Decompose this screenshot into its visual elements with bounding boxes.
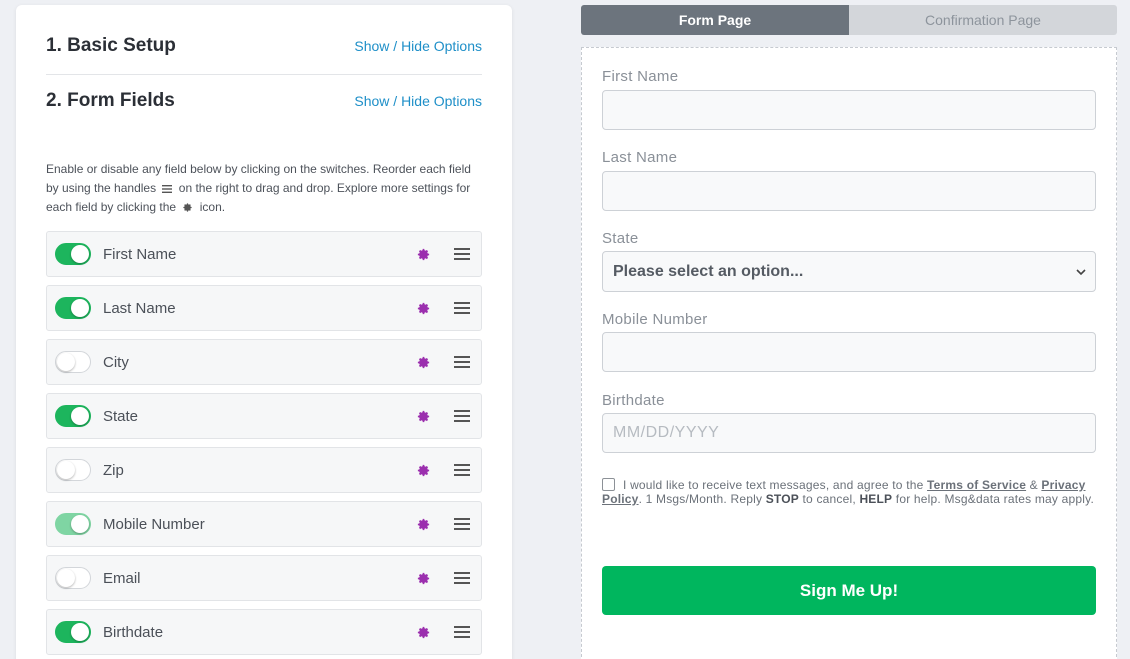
field-row: City	[46, 339, 482, 385]
drag-handle-icon[interactable]	[454, 409, 470, 423]
section-title: 2. Form Fields	[46, 90, 175, 111]
toggle-knob	[71, 407, 89, 425]
show-hide-options-link[interactable]: Show / Hide Options	[354, 93, 482, 109]
toggle-knob	[57, 353, 75, 371]
last-name-label: Last Name	[602, 149, 678, 166]
show-hide-options-link[interactable]: Show / Hide Options	[354, 38, 482, 54]
consent-text: &	[1029, 478, 1038, 492]
toggle-knob	[71, 299, 89, 317]
gear-icon[interactable]	[416, 463, 431, 478]
instructions-text: icon.	[199, 200, 226, 214]
sms-consent: I would like to receive text messages, a…	[602, 478, 1098, 506]
field-label: Zip	[103, 461, 124, 479]
consent-text: . 1 Msgs/Month. Reply	[638, 492, 763, 506]
gear-icon[interactable]	[416, 247, 431, 262]
field-toggle[interactable]	[55, 567, 91, 589]
page-tabs: Form Page Confirmation Page	[581, 5, 1117, 35]
mobile-number-input[interactable]	[602, 332, 1096, 372]
state-select[interactable]: Please select an option...	[602, 251, 1096, 292]
drag-handle-icon[interactable]	[454, 463, 470, 477]
toggle-knob	[57, 461, 75, 479]
consent-text: I would like to receive text messages, a…	[623, 478, 924, 492]
sign-me-up-button[interactable]: Sign Me Up!	[602, 566, 1096, 615]
field-label: First Name	[103, 245, 177, 263]
gear-icon[interactable]	[416, 517, 431, 532]
field-list: First Name Last Name City State Zip Mobile Nu…	[46, 231, 482, 659]
gear-icon[interactable]	[416, 301, 431, 316]
field-label: Mobile Number	[103, 515, 205, 533]
gear-icon[interactable]	[416, 625, 431, 640]
tab-form-page[interactable]: Form Page	[581, 5, 849, 35]
toggle-knob	[57, 569, 75, 587]
drag-handle-icon[interactable]	[454, 625, 470, 639]
divider	[46, 74, 482, 75]
field-toggle[interactable]	[55, 513, 91, 535]
field-toggle[interactable]	[55, 405, 91, 427]
field-row: Email	[46, 555, 482, 601]
gear-icon	[183, 203, 193, 212]
toggle-knob	[71, 245, 89, 263]
birthdate-input[interactable]	[602, 413, 1096, 453]
first-name-input[interactable]	[602, 90, 1096, 130]
field-row: First Name	[46, 231, 482, 277]
field-toggle[interactable]	[55, 243, 91, 265]
gear-icon[interactable]	[416, 355, 431, 370]
drag-handle-icon[interactable]	[454, 571, 470, 585]
drag-handle-icon	[162, 184, 173, 193]
field-row: State	[46, 393, 482, 439]
field-row: Zip	[46, 447, 482, 493]
consent-text: for help. Msg&data rates may apply.	[895, 492, 1094, 506]
drag-handle-icon[interactable]	[454, 247, 470, 261]
field-row: Last Name	[46, 285, 482, 331]
drag-handle-icon[interactable]	[454, 301, 470, 315]
chevron-down-icon	[1076, 269, 1086, 276]
form-preview: First Name Last Name State Please select…	[581, 47, 1117, 659]
field-toggle[interactable]	[55, 351, 91, 373]
birthdate-label: Birthdate	[602, 392, 665, 409]
field-toggle[interactable]	[55, 459, 91, 481]
section-form-fields: 2. Form Fields Show / Hide Options	[46, 90, 482, 112]
consent-checkbox[interactable]	[602, 478, 615, 491]
state-select-value: Please select an option...	[613, 262, 804, 280]
field-toggle[interactable]	[55, 621, 91, 643]
drag-handle-icon[interactable]	[454, 355, 470, 369]
help-keyword: HELP	[859, 492, 893, 506]
field-label: Last Name	[103, 299, 176, 317]
field-toggle[interactable]	[55, 297, 91, 319]
field-label: City	[103, 353, 129, 371]
consent-text: to cancel,	[802, 492, 856, 506]
field-row: Mobile Number	[46, 501, 482, 547]
field-instructions: Enable or disable any field below by cli…	[46, 160, 482, 217]
field-label: Email	[103, 569, 141, 587]
mobile-number-label: Mobile Number	[602, 311, 708, 328]
toggle-knob	[71, 623, 89, 641]
field-row: Birthdate	[46, 609, 482, 655]
gear-icon[interactable]	[416, 409, 431, 424]
field-label: State	[103, 407, 139, 425]
section-basic-setup: 1. Basic Setup Show / Hide Options	[46, 35, 482, 57]
drag-handle-icon[interactable]	[454, 517, 470, 531]
first-name-label: First Name	[602, 68, 679, 85]
toggle-knob	[71, 515, 89, 533]
terms-of-service-link[interactable]: Terms of Service	[927, 478, 1026, 492]
gear-icon[interactable]	[416, 571, 431, 586]
section-title: 1. Basic Setup	[46, 35, 176, 56]
tab-confirmation-page[interactable]: Confirmation Page	[849, 5, 1117, 35]
state-label: State	[602, 230, 639, 247]
field-label: Birthdate	[103, 623, 164, 641]
form-builder-panel: 1. Basic Setup Show / Hide Options 2. Fo…	[16, 5, 512, 659]
last-name-input[interactable]	[602, 171, 1096, 211]
stop-keyword: STOP	[765, 492, 799, 506]
